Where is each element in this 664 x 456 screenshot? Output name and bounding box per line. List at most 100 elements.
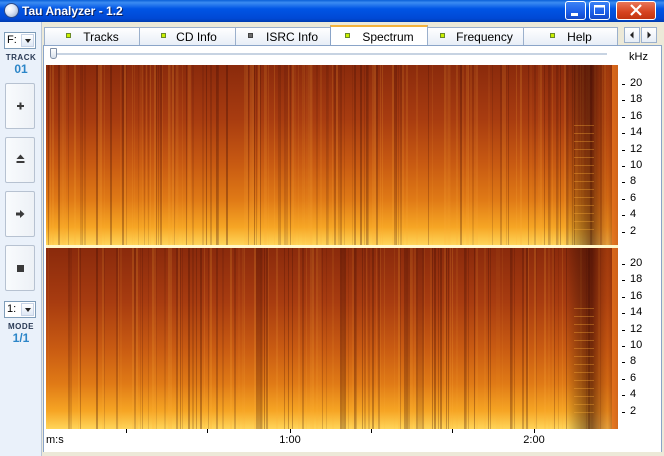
tab-frequency[interactable]: Frequency (427, 27, 524, 46)
y-tick-mark (622, 362, 625, 364)
y-tick-label: 14 (630, 306, 643, 319)
y-axis-unit: kHz (629, 51, 648, 63)
y-tick-mark (622, 231, 625, 233)
y-tick-label: 20 (630, 257, 643, 269)
y-tick-label: 18 (630, 93, 643, 106)
eject-button[interactable] (5, 137, 35, 183)
window-title: Tau Analyzer - 1.2 (22, 4, 123, 18)
arrow-right-icon (647, 31, 651, 39)
y-tick-label: 2 (630, 224, 637, 237)
tab-scroll-right-button[interactable] (641, 27, 657, 43)
y-tick-mark (622, 395, 625, 397)
drive-select-value: F: (7, 34, 17, 46)
mode-select[interactable]: 1: (4, 301, 36, 318)
tab-label: Tracks (83, 30, 119, 44)
y-tick-mark (622, 166, 625, 167)
tab-label: CD Info (176, 30, 217, 44)
arrow-left-icon (630, 31, 634, 39)
add-icon (17, 102, 24, 110)
tab-scroll (624, 27, 660, 43)
channel-right-spectrum (46, 248, 618, 429)
x-tick-mark (452, 429, 453, 433)
y-tick-label: 6 (630, 191, 637, 204)
y-tick-mark (622, 264, 625, 265)
y-tick-label: 12 (630, 142, 643, 155)
y-tick-label: 12 (630, 322, 643, 335)
tab-label: ISRC Info (265, 30, 319, 44)
track-number: 01 (14, 62, 28, 76)
drive-select[interactable]: F: (4, 32, 36, 49)
y-tick-mark (622, 149, 625, 151)
tab-spectrum[interactable]: Spectrum (330, 25, 428, 47)
channel-left-spectrum (46, 65, 618, 245)
chevron-down-icon[interactable] (21, 303, 34, 316)
app-window: Tau Analyzer - 1.2 F: TRACK 01 1: MODE 1… (0, 0, 664, 456)
y-tick-mark (622, 346, 625, 347)
y-tick-mark (622, 378, 625, 380)
y-tick-label: 6 (630, 371, 637, 384)
tab-isrc-info[interactable]: ISRC Info (235, 27, 331, 46)
x-tick-label: 2:00 (523, 434, 545, 446)
x-tick-label: 1:00 (279, 434, 301, 446)
y-tick-mark (622, 329, 625, 331)
tab-cd-info[interactable]: CD Info (139, 27, 236, 46)
time-axis: m:s 1:00 2:00 (46, 429, 618, 449)
maximize-button[interactable] (589, 1, 610, 20)
chevron-down-icon[interactable] (21, 34, 34, 47)
tab-help[interactable]: Help (523, 27, 618, 46)
y-tick-mark (622, 116, 625, 118)
y-tick-label: 10 (630, 339, 643, 351)
y-tick-label: 14 (630, 126, 643, 139)
y-tick-mark (622, 411, 625, 413)
add-button[interactable] (5, 83, 35, 129)
y-tick-mark (622, 133, 625, 135)
tab-tracks[interactable]: Tracks (44, 27, 140, 46)
maximize-icon (594, 5, 605, 15)
bottom-border (43, 452, 662, 456)
close-button[interactable] (616, 1, 656, 20)
y-tick-label: 4 (630, 208, 637, 221)
y-tick-label: 8 (630, 175, 637, 188)
position-slider-thumb[interactable] (50, 48, 57, 59)
channel-separator (46, 245, 618, 248)
mode-value: 1/1 (12, 331, 30, 345)
y-tick-mark (622, 84, 625, 85)
minimize-button[interactable] (565, 1, 586, 20)
y-tick-label: 16 (630, 109, 643, 122)
spectrogram[interactable] (46, 65, 618, 429)
app-icon (4, 3, 19, 18)
tab-label: Spectrum (362, 30, 414, 44)
y-tick-label: 8 (630, 355, 637, 368)
stop-button[interactable] (5, 245, 35, 291)
y-tick-label: 4 (630, 388, 637, 401)
tab-scroll-left-button[interactable] (624, 27, 640, 43)
x-axis-unit: m:s (46, 434, 64, 446)
track-label: TRACK (5, 53, 37, 62)
play-button[interactable] (5, 191, 35, 237)
title-bar[interactable]: Tau Analyzer - 1.2 (0, 0, 664, 22)
x-tick-mark (126, 429, 127, 433)
y-tick-mark (622, 100, 625, 102)
x-tick-mark (207, 429, 208, 433)
y-tick-label: 16 (630, 289, 643, 302)
close-icon (630, 4, 642, 16)
play-icon (16, 210, 25, 218)
y-tick-mark (622, 182, 625, 184)
y-tick-mark (622, 198, 625, 200)
y-tick-label: 20 (630, 77, 643, 89)
y-tick-mark (622, 296, 625, 298)
y-tick-label: 10 (630, 159, 643, 171)
left-panel: F: TRACK 01 1: MODE 1/1 (0, 22, 42, 456)
position-slider-track[interactable] (50, 53, 607, 56)
mode-select-value: 1: (7, 303, 17, 315)
x-tick-mark (534, 429, 535, 433)
tab-label: Frequency (456, 30, 513, 44)
tab-bar: Tracks CD Info ISRC Info Spectrum Freque… (43, 25, 618, 47)
y-tick-mark (622, 313, 625, 315)
minimize-icon (571, 13, 578, 16)
eject-icon (16, 154, 25, 163)
mode-label: MODE (8, 322, 34, 331)
x-tick-mark (290, 429, 291, 433)
y-tick-mark (622, 280, 625, 282)
y-tick-label: 18 (630, 273, 643, 286)
